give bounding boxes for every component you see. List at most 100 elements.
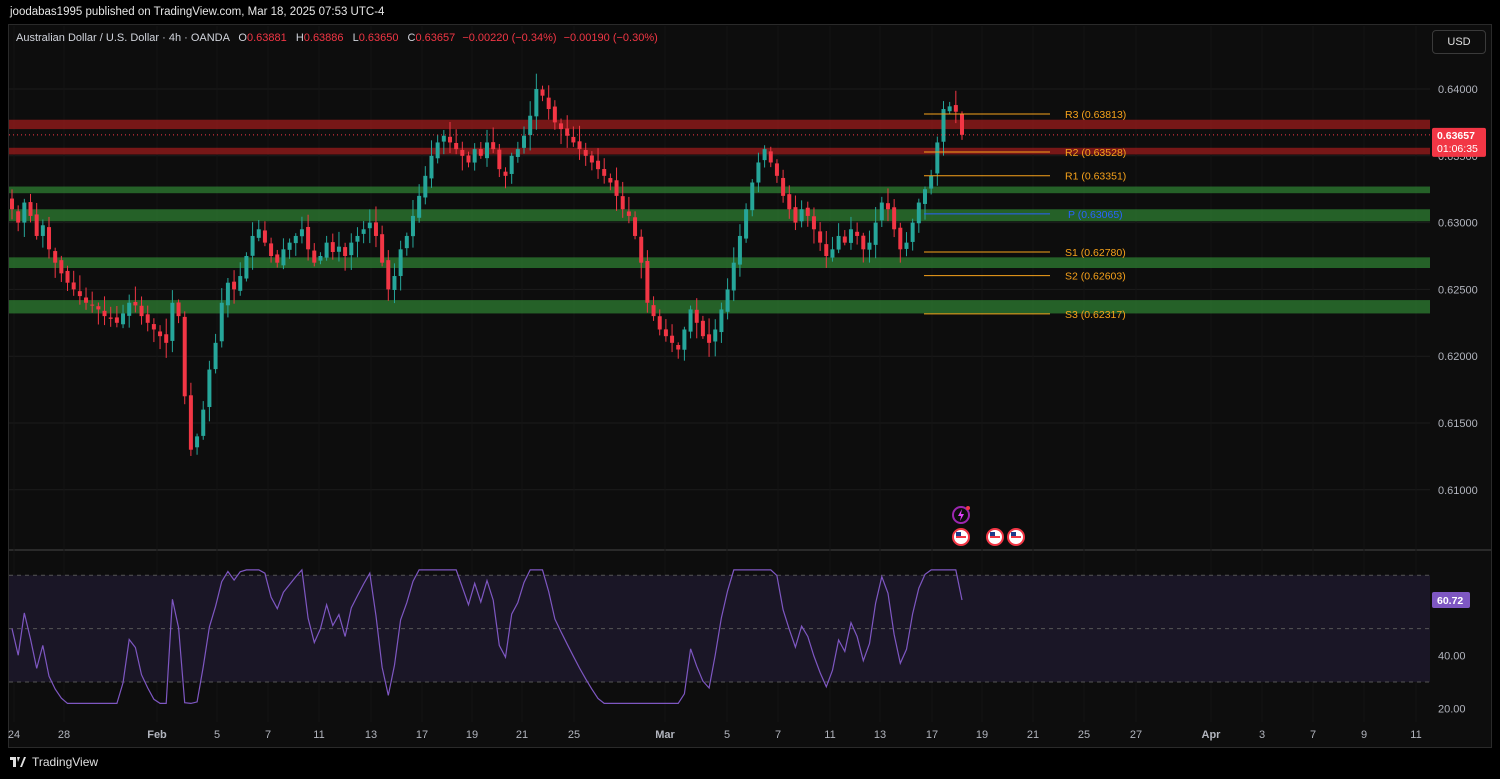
candle-body bbox=[744, 209, 749, 239]
time-tick-label: 7 bbox=[775, 729, 781, 741]
candle-body bbox=[509, 155, 514, 174]
candle-body bbox=[676, 345, 681, 350]
time-tick-label: 11 bbox=[313, 729, 324, 741]
candle-body bbox=[787, 194, 792, 210]
time-tick-label: Apr bbox=[1202, 729, 1222, 741]
time-tick-label: 5 bbox=[724, 729, 730, 741]
candle-body bbox=[645, 260, 650, 303]
candle-body bbox=[47, 227, 52, 250]
lightning-event-marker bbox=[952, 506, 970, 524]
candle-body bbox=[213, 342, 218, 370]
candle-body bbox=[929, 175, 934, 189]
candle-body bbox=[250, 235, 255, 256]
candle-body bbox=[904, 242, 909, 249]
last-price-text: 0.63657 bbox=[1437, 130, 1475, 142]
pivot-label: R2 (0.63528) bbox=[1065, 147, 1126, 159]
candle-body bbox=[65, 270, 70, 283]
candle-body bbox=[423, 175, 428, 198]
countdown-text: 01:06:35 bbox=[1437, 143, 1478, 155]
candle-body bbox=[84, 297, 89, 303]
low-value: 0.63650 bbox=[358, 32, 399, 44]
candle-body bbox=[281, 249, 286, 266]
candle-body bbox=[108, 317, 113, 319]
candle-body bbox=[219, 302, 224, 342]
tradingview-logo[interactable]: TradingView bbox=[10, 755, 98, 769]
candle-body bbox=[916, 202, 921, 224]
candle-body bbox=[910, 222, 915, 242]
candle-body bbox=[922, 189, 927, 204]
flag-stripe bbox=[1011, 536, 1021, 538]
candle-body bbox=[133, 301, 138, 306]
time-tick-label: 17 bbox=[926, 729, 938, 741]
flag-canton bbox=[1011, 532, 1016, 536]
rsi-tick-label: 40.00 bbox=[1438, 650, 1466, 662]
time-tick-label: 13 bbox=[365, 729, 377, 741]
candle-body bbox=[855, 231, 860, 236]
candle-body bbox=[355, 235, 360, 242]
candle-body bbox=[589, 155, 594, 163]
change-value: −0.00220 (−0.34%) bbox=[462, 32, 557, 44]
candle-body bbox=[774, 163, 779, 176]
candle-body bbox=[90, 304, 95, 306]
candle-body bbox=[836, 235, 841, 250]
flag-stripe bbox=[956, 536, 966, 538]
candle-body bbox=[139, 305, 144, 317]
candle-body bbox=[195, 436, 200, 448]
resistance-zone bbox=[9, 119, 1430, 130]
candle-body bbox=[40, 225, 45, 236]
candle-body bbox=[404, 235, 409, 249]
pivot-label: S2 (0.62603) bbox=[1065, 271, 1126, 283]
candle-body bbox=[848, 229, 853, 243]
candle-body bbox=[515, 149, 520, 157]
candle-body bbox=[953, 105, 958, 112]
rsi-pane: 40.00 20.00 bbox=[9, 568, 1466, 716]
candle-body bbox=[725, 289, 730, 312]
candle-body bbox=[670, 335, 675, 343]
candle-body bbox=[639, 236, 644, 263]
candle-body bbox=[324, 242, 329, 258]
candle-body bbox=[799, 209, 804, 222]
candle-body bbox=[830, 249, 835, 258]
price-tick-label: 0.61000 bbox=[1438, 485, 1478, 497]
candle-body bbox=[768, 151, 773, 163]
price-tick-label: 0.64000 bbox=[1438, 84, 1478, 96]
candle-body bbox=[663, 329, 668, 337]
time-tick-label: 27 bbox=[1130, 729, 1142, 741]
currency-button[interactable]: USD bbox=[1432, 30, 1486, 54]
support-zone bbox=[9, 209, 1430, 222]
us-event-marker bbox=[952, 528, 970, 546]
candle-body bbox=[306, 226, 311, 250]
candle-body bbox=[287, 242, 292, 250]
candle-body bbox=[435, 142, 440, 159]
candle-body bbox=[559, 123, 564, 130]
symbol-name[interactable]: Australian Dollar / U.S. Dollar · 4h · O… bbox=[16, 32, 229, 44]
candle-body bbox=[522, 135, 527, 148]
candle-body bbox=[879, 202, 884, 221]
candle-body bbox=[651, 305, 656, 317]
candle-body bbox=[256, 229, 261, 238]
candle-body bbox=[367, 222, 372, 229]
tradingview-logo-text: TradingView bbox=[32, 755, 99, 769]
candle-body bbox=[299, 229, 304, 237]
candle-body bbox=[398, 249, 403, 277]
candle-body bbox=[392, 276, 397, 290]
candle-body bbox=[861, 235, 866, 250]
candle-body bbox=[892, 207, 897, 230]
candle-body bbox=[225, 282, 230, 306]
candle-body bbox=[269, 243, 274, 256]
candle-body bbox=[34, 214, 39, 236]
candle-body bbox=[682, 329, 687, 350]
candle-body bbox=[293, 235, 298, 244]
price-chart[interactable]: R3 (0.63813) R2 (0.63528) R1 (0.63351) P (0… bbox=[0, 0, 1500, 779]
candle-body bbox=[552, 106, 557, 123]
candle-body bbox=[170, 302, 175, 341]
candle-body bbox=[244, 256, 249, 279]
candle-body bbox=[207, 369, 212, 408]
candle-body bbox=[737, 235, 742, 265]
time-tick-label: 25 bbox=[568, 729, 580, 741]
candle-body bbox=[330, 242, 335, 252]
candle-body bbox=[608, 178, 613, 183]
candle-body bbox=[386, 260, 391, 290]
candle-body bbox=[127, 302, 132, 316]
rsi-value-text: 60.72 bbox=[1437, 595, 1463, 607]
